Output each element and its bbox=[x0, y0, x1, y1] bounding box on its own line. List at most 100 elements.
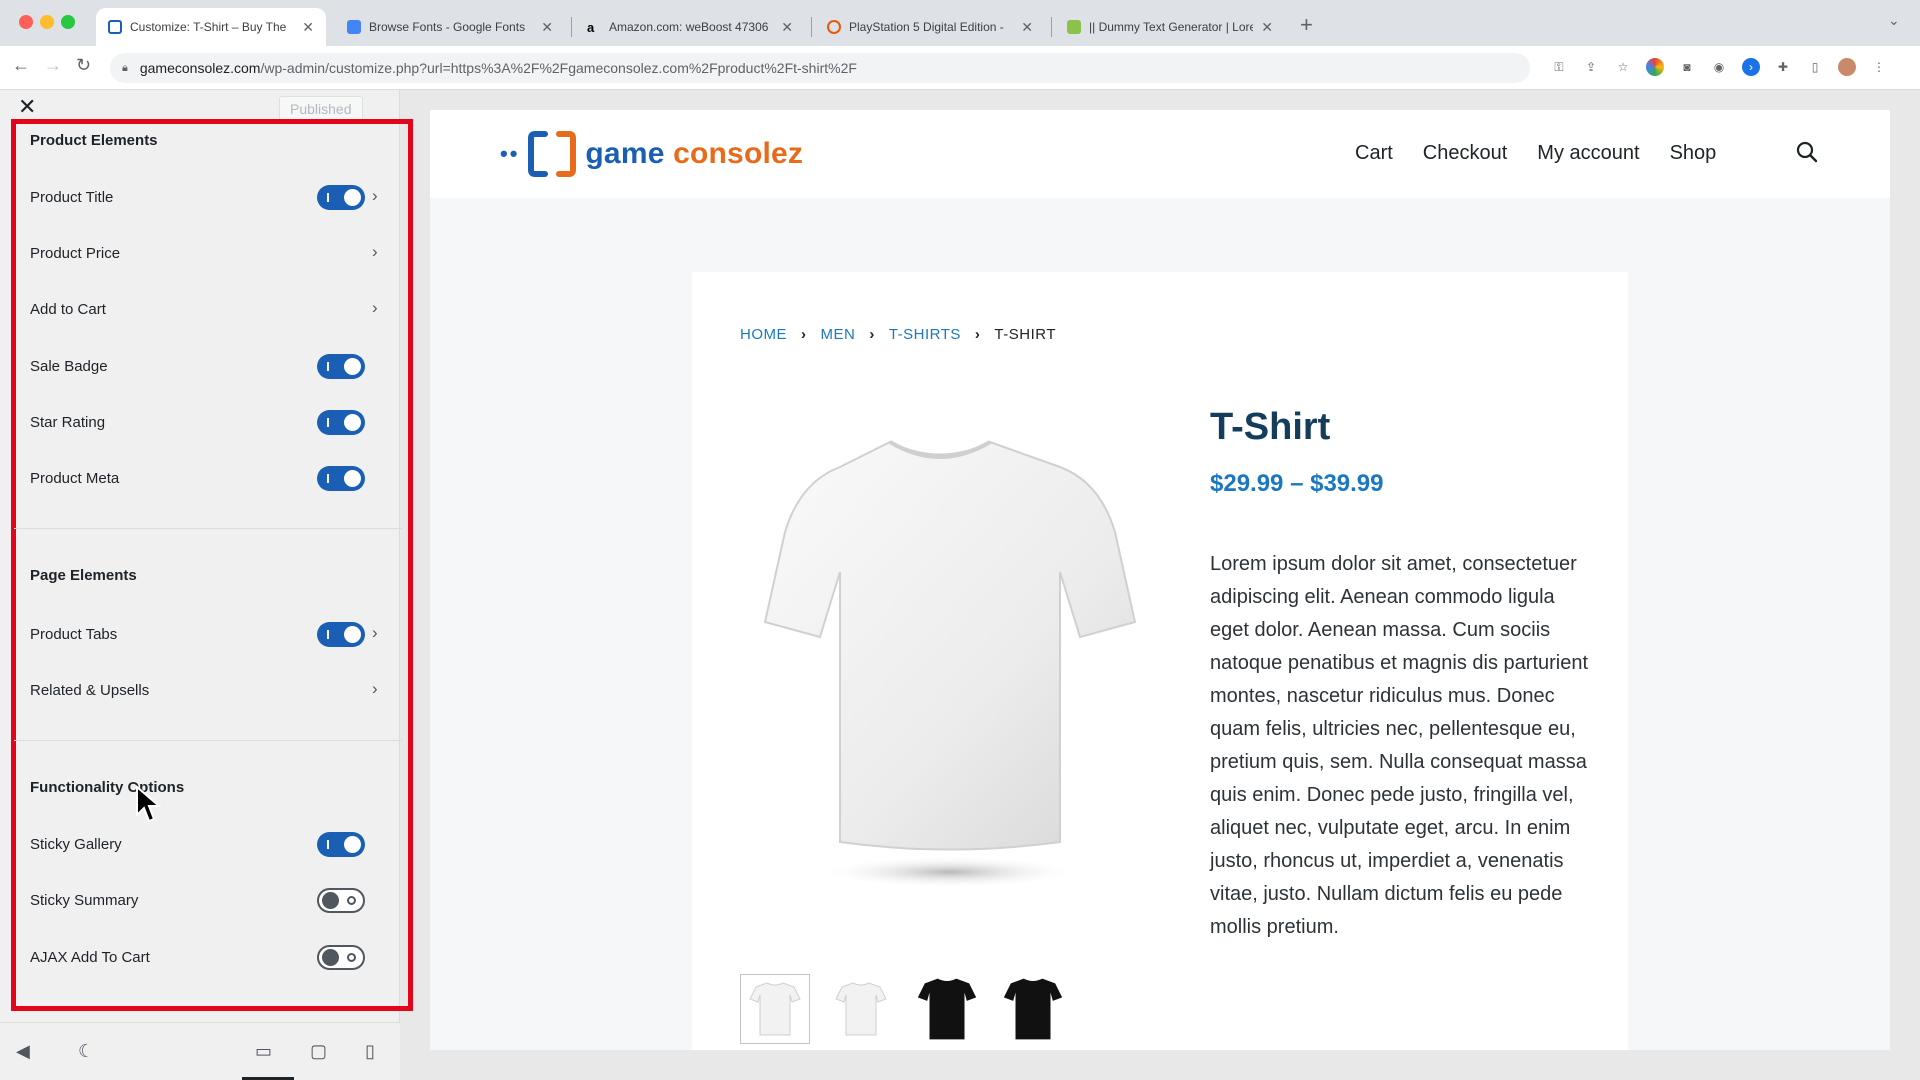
section-title-page-elements: Page Elements bbox=[30, 567, 137, 584]
nav-checkout-link[interactable]: Checkout bbox=[1423, 142, 1508, 165]
url-host: gameconsolez.com bbox=[139, 60, 261, 76]
close-window-button[interactable] bbox=[19, 15, 33, 29]
bookmark-star-icon[interactable]: ☆ bbox=[1614, 58, 1632, 76]
section-divider bbox=[14, 528, 402, 529]
product-price: $29.99 – $39.99 bbox=[1210, 470, 1384, 497]
thumbnail-white-tshirt-back[interactable] bbox=[826, 974, 896, 1044]
tab-search-chevron-icon[interactable]: ⌄ bbox=[1888, 12, 1900, 29]
row-label-product-price[interactable]: Product Price bbox=[30, 245, 120, 262]
mouse-cursor-icon bbox=[136, 785, 161, 823]
close-tab-icon[interactable]: ✕ bbox=[1021, 19, 1033, 36]
breadcrumb-tshirts-link[interactable]: T-SHIRTS bbox=[889, 326, 961, 343]
thumbnail-black-tshirt-back[interactable] bbox=[998, 974, 1068, 1044]
customizer-header: ✕ Published bbox=[0, 90, 400, 122]
tab-title: Customize: T-Shirt – Buy The bbox=[130, 20, 287, 34]
logo-wordmark: game consolez bbox=[585, 137, 804, 170]
row-label-add-to-cart[interactable]: Add to Cart bbox=[30, 301, 106, 318]
dark-mode-icon[interactable]: ☾ bbox=[78, 1041, 94, 1062]
row-label-related-upsells[interactable]: Related & Upsells bbox=[30, 682, 149, 699]
browser-tab[interactable]: PlayStation 5 Digital Edition - ✕ bbox=[815, 8, 1045, 46]
tab-title: Browse Fonts - Google Fonts bbox=[369, 20, 526, 34]
logo-dots-icon: •• bbox=[500, 141, 520, 166]
close-tab-icon[interactable]: ✕ bbox=[302, 19, 314, 36]
row-label-product-tabs: Product Tabs bbox=[30, 626, 118, 643]
mobile-icon[interactable]: ▯ bbox=[365, 1041, 375, 1062]
chevron-right-icon[interactable]: › bbox=[372, 186, 378, 206]
reload-icon[interactable]: ↻ bbox=[76, 55, 91, 76]
browser-tab[interactable]: Customize: T-Shirt – Buy The ✕ bbox=[96, 8, 326, 46]
close-customizer-icon[interactable]: ✕ bbox=[18, 94, 36, 120]
breadcrumb-men-link[interactable]: MEN bbox=[821, 326, 856, 343]
profile-avatar[interactable] bbox=[1838, 58, 1856, 76]
eye-extension-icon[interactable]: ◉ bbox=[1710, 58, 1728, 76]
nav-cart-link[interactable]: Cart bbox=[1355, 142, 1393, 165]
chevron-right-icon[interactable]: › bbox=[372, 298, 378, 318]
row-label-sticky-gallery: Sticky Gallery bbox=[30, 836, 122, 853]
toggle-product-title[interactable] bbox=[317, 185, 365, 210]
tab-separator bbox=[811, 17, 812, 37]
amazon-favicon-icon: a bbox=[587, 20, 595, 35]
site-logo[interactable]: •• game consolez bbox=[500, 130, 803, 178]
thumbnail-black-tshirt[interactable] bbox=[912, 974, 982, 1044]
puzzle-extensions-icon[interactable]: ✚ bbox=[1774, 58, 1792, 76]
key-icon[interactable]: ⚿ bbox=[1550, 58, 1568, 76]
nav-my-account-link[interactable]: My account bbox=[1537, 142, 1639, 165]
share-icon[interactable]: ⇪ bbox=[1582, 58, 1600, 76]
new-tab-icon[interactable]: + bbox=[1300, 12, 1313, 38]
row-label-sale-badge: Sale Badge bbox=[30, 358, 108, 375]
product-main-image[interactable] bbox=[740, 412, 1140, 912]
maximize-window-button[interactable] bbox=[61, 15, 75, 29]
url-field[interactable]: 🔒︎ gameconsolez.com/wp-admin/customize.p… bbox=[110, 53, 1530, 83]
logo-bracket-icon bbox=[528, 131, 577, 177]
chat-extension-icon[interactable]: › bbox=[1742, 58, 1760, 76]
site-preview: •• game consolez Cart Checkout My accoun… bbox=[430, 110, 1890, 1050]
toggle-ajax-add-to-cart[interactable] bbox=[317, 945, 365, 970]
row-label-ajax-add-to-cart: AJAX Add To Cart bbox=[30, 949, 150, 966]
dummy-text-favicon-icon bbox=[1067, 20, 1081, 34]
customizer-footer: ◀ ☾ ▭ ▢ ▯ bbox=[0, 1022, 400, 1080]
toggle-star-rating[interactable] bbox=[317, 410, 365, 435]
browser-tab[interactable]: || Dummy Text Generator | Lore ✕ bbox=[1055, 8, 1285, 46]
search-icon[interactable] bbox=[1795, 140, 1819, 164]
toggle-sticky-gallery[interactable] bbox=[317, 832, 365, 857]
browser-tab[interactable]: a Amazon.com: weBoost 47306 ✕ bbox=[575, 8, 805, 46]
close-tab-icon[interactable]: ✕ bbox=[781, 19, 793, 36]
breadcrumb-separator-icon: › bbox=[974, 326, 981, 343]
browser-tab[interactable]: Browse Fonts - Google Fonts ✕ bbox=[335, 8, 565, 46]
tab-title: PlayStation 5 Digital Edition - bbox=[849, 20, 1004, 34]
tablet-icon[interactable]: ▢ bbox=[310, 1041, 327, 1062]
toggle-sticky-summary[interactable] bbox=[317, 888, 365, 913]
section-title-product-elements: Product Elements bbox=[30, 132, 158, 149]
row-label-sticky-summary: Sticky Summary bbox=[30, 892, 139, 909]
close-tab-icon[interactable]: ✕ bbox=[541, 19, 553, 36]
breadcrumb: HOME › MEN › T-SHIRTS › T-SHIRT bbox=[740, 326, 1056, 343]
product-title: T-Shirt bbox=[1210, 406, 1331, 448]
site-navigation: Cart Checkout My account Shop bbox=[1355, 142, 1716, 165]
breadcrumb-current: T-SHIRT bbox=[994, 326, 1056, 343]
section-title-functionality-options: Functionality Options bbox=[30, 779, 185, 796]
product-thumbnails bbox=[740, 974, 1068, 1044]
toggle-product-tabs[interactable] bbox=[317, 622, 365, 647]
chevron-right-icon[interactable]: › bbox=[372, 623, 378, 643]
toggle-sale-badge[interactable] bbox=[317, 354, 365, 379]
wordpress-favicon-icon bbox=[108, 20, 122, 34]
thumbnail-white-tshirt[interactable] bbox=[740, 974, 810, 1044]
nav-shop-link[interactable]: Shop bbox=[1670, 142, 1717, 165]
desktop-icon[interactable]: ▭ bbox=[255, 1041, 272, 1062]
back-arrow-icon[interactable]: ← bbox=[12, 55, 30, 76]
row-label-product-title: Product Title bbox=[30, 189, 114, 206]
camera-icon[interactable]: ◙ bbox=[1678, 58, 1696, 76]
toggle-product-meta[interactable] bbox=[317, 466, 365, 491]
forward-arrow-icon[interactable]: → bbox=[44, 55, 62, 76]
close-tab-icon[interactable]: ✕ bbox=[1261, 19, 1273, 36]
color-picker-extension-icon[interactable] bbox=[1646, 58, 1664, 76]
breadcrumb-home-link[interactable]: HOME bbox=[740, 326, 787, 343]
side-panel-icon[interactable]: ▯ bbox=[1806, 58, 1824, 76]
chevron-right-icon[interactable]: › bbox=[372, 679, 378, 699]
tab-title: || Dummy Text Generator | Lore bbox=[1089, 20, 1254, 34]
kebab-menu-icon[interactable]: ⋮ bbox=[1870, 58, 1888, 76]
minimize-window-button[interactable] bbox=[40, 15, 54, 29]
tab-separator bbox=[571, 17, 572, 37]
chevron-right-icon[interactable]: › bbox=[372, 242, 378, 262]
back-icon[interactable]: ◀ bbox=[16, 1041, 30, 1062]
